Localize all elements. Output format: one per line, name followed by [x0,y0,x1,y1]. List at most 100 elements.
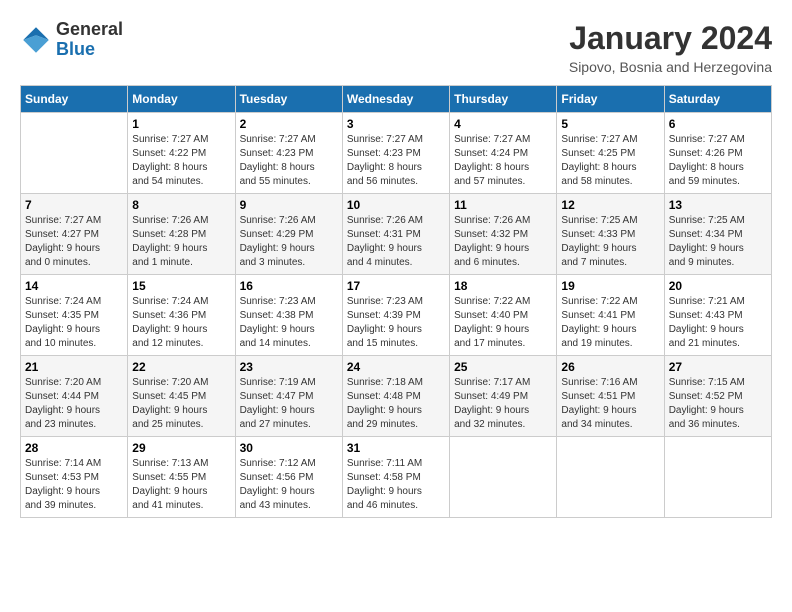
day-number: 4 [454,117,552,131]
calendar-cell: 12 Sunrise: 7:25 AM Sunset: 4:33 PM Dayli… [557,194,664,275]
day-number: 10 [347,198,445,212]
day-number: 19 [561,279,659,293]
day-number: 3 [347,117,445,131]
day-number: 23 [240,360,338,374]
calendar-cell: 16 Sunrise: 7:23 AM Sunset: 4:38 PM Dayli… [235,275,342,356]
day-number: 12 [561,198,659,212]
day-number: 15 [132,279,230,293]
calendar-cell: 17Sunrise: 7:23 AM Sunset: 4:39 PM Dayli… [342,275,449,356]
calendar-cell: 3 Sunrise: 7:27 AM Sunset: 4:23 PM Daylig… [342,113,449,194]
day-info: Sunrise: 7:15 AM Sunset: 4:52 PM Dayligh… [669,376,767,432]
calendar-cell: 2Sunrise: 7:27 AM Sunset: 4:23 PM Daylig… [235,113,342,194]
header-row: SundayMondayTuesdayWednesdayThursdayFrid… [21,86,772,113]
day-info: Sunrise: 7:27 AM Sunset: 4:22 PM Dayligh… [132,133,230,189]
calendar-cell: 20 Sunrise: 7:21 AM Sunset: 4:43 PM Dayli… [664,275,771,356]
calendar-cell: 29 Sunrise: 7:13 AM Sunset: 4:55 PM Dayli… [128,437,235,518]
day-number: 16 [240,279,338,293]
title-area: January 2024 Sipovo, Bosnia and Herzegov… [569,20,772,75]
day-info: Sunrise: 7:23 AM Sunset: 4:38 PM Dayligh… [240,295,338,351]
day-info: Sunrise: 7:27 AM Sunset: 4:24 PM Dayligh… [454,133,552,189]
calendar-cell: 9Sunrise: 7:26 AM Sunset: 4:29 PM Daylig… [235,194,342,275]
day-number: 7 [25,198,123,212]
calendar-week-5: 28 Sunrise: 7:14 AM Sunset: 4:53 PM Dayli… [21,437,772,518]
calendar-cell [557,437,664,518]
calendar-cell: 10 Sunrise: 7:26 AM Sunset: 4:31 PM Dayli… [342,194,449,275]
calendar-cell [664,437,771,518]
page-header: General Blue January 2024 Sipovo, Bosnia… [20,20,772,75]
day-info: Sunrise: 7:27 AM Sunset: 4:26 PM Dayligh… [669,133,767,189]
day-info: Sunrise: 7:11 AM Sunset: 4:58 PM Dayligh… [347,457,445,513]
calendar-cell: 14 Sunrise: 7:24 AM Sunset: 4:35 PM Dayli… [21,275,128,356]
day-info: Sunrise: 7:24 AM Sunset: 4:35 PM Dayligh… [25,295,123,351]
day-number: 27 [669,360,767,374]
calendar-cell: 1 Sunrise: 7:27 AM Sunset: 4:22 PM Daylig… [128,113,235,194]
day-info: Sunrise: 7:21 AM Sunset: 4:43 PM Dayligh… [669,295,767,351]
day-info: Sunrise: 7:16 AM Sunset: 4:51 PM Dayligh… [561,376,659,432]
calendar-body: 1 Sunrise: 7:27 AM Sunset: 4:22 PM Daylig… [21,113,772,518]
day-info: Sunrise: 7:22 AM Sunset: 4:40 PM Dayligh… [454,295,552,351]
day-number: 28 [25,441,123,455]
calendar-cell [450,437,557,518]
calendar-cell: 23Sunrise: 7:19 AM Sunset: 4:47 PM Dayli… [235,356,342,437]
day-number: 6 [669,117,767,131]
day-info: Sunrise: 7:20 AM Sunset: 4:45 PM Dayligh… [132,376,230,432]
calendar-cell: 4 Sunrise: 7:27 AM Sunset: 4:24 PM Daylig… [450,113,557,194]
day-number: 8 [132,198,230,212]
calendar-table: SundayMondayTuesdayWednesdayThursdayFrid… [20,85,772,518]
calendar-cell: 26 Sunrise: 7:16 AM Sunset: 4:51 PM Dayli… [557,356,664,437]
day-info: Sunrise: 7:26 AM Sunset: 4:29 PM Dayligh… [240,214,338,270]
day-info: Sunrise: 7:26 AM Sunset: 4:28 PM Dayligh… [132,214,230,270]
day-info: Sunrise: 7:22 AM Sunset: 4:41 PM Dayligh… [561,295,659,351]
logo: General Blue [20,20,123,60]
day-number: 14 [25,279,123,293]
calendar-cell: 13 Sunrise: 7:25 AM Sunset: 4:34 PM Dayli… [664,194,771,275]
calendar-week-1: 1 Sunrise: 7:27 AM Sunset: 4:22 PM Daylig… [21,113,772,194]
day-info: Sunrise: 7:27 AM Sunset: 4:25 PM Dayligh… [561,133,659,189]
day-info: Sunrise: 7:14 AM Sunset: 4:53 PM Dayligh… [25,457,123,513]
day-info: Sunrise: 7:17 AM Sunset: 4:49 PM Dayligh… [454,376,552,432]
day-number: 26 [561,360,659,374]
day-number: 20 [669,279,767,293]
logo-icon [20,24,52,56]
calendar-cell: 7 Sunrise: 7:27 AM Sunset: 4:27 PM Daylig… [21,194,128,275]
day-info: Sunrise: 7:27 AM Sunset: 4:23 PM Dayligh… [240,133,338,189]
day-number: 25 [454,360,552,374]
location-subtitle: Sipovo, Bosnia and Herzegovina [569,59,772,75]
day-info: Sunrise: 7:20 AM Sunset: 4:44 PM Dayligh… [25,376,123,432]
day-info: Sunrise: 7:23 AM Sunset: 4:39 PM Dayligh… [347,295,445,351]
calendar-cell: 5 Sunrise: 7:27 AM Sunset: 4:25 PM Daylig… [557,113,664,194]
header-cell-tuesday: Tuesday [235,86,342,113]
day-info: Sunrise: 7:25 AM Sunset: 4:34 PM Dayligh… [669,214,767,270]
day-info: Sunrise: 7:24 AM Sunset: 4:36 PM Dayligh… [132,295,230,351]
day-number: 1 [132,117,230,131]
calendar-cell: 25 Sunrise: 7:17 AM Sunset: 4:49 PM Dayli… [450,356,557,437]
day-info: Sunrise: 7:13 AM Sunset: 4:55 PM Dayligh… [132,457,230,513]
header-cell-monday: Monday [128,86,235,113]
calendar-cell: 27 Sunrise: 7:15 AM Sunset: 4:52 PM Dayli… [664,356,771,437]
day-info: Sunrise: 7:12 AM Sunset: 4:56 PM Dayligh… [240,457,338,513]
header-cell-friday: Friday [557,86,664,113]
day-info: Sunrise: 7:25 AM Sunset: 4:33 PM Dayligh… [561,214,659,270]
day-info: Sunrise: 7:18 AM Sunset: 4:48 PM Dayligh… [347,376,445,432]
day-info: Sunrise: 7:26 AM Sunset: 4:31 PM Dayligh… [347,214,445,270]
month-year-title: January 2024 [569,20,772,57]
calendar-cell: 22Sunrise: 7:20 AM Sunset: 4:45 PM Dayli… [128,356,235,437]
day-info: Sunrise: 7:26 AM Sunset: 4:32 PM Dayligh… [454,214,552,270]
logo-blue-text: Blue [56,39,95,59]
day-number: 13 [669,198,767,212]
calendar-cell: 11Sunrise: 7:26 AM Sunset: 4:32 PM Dayli… [450,194,557,275]
calendar-cell: 24 Sunrise: 7:18 AM Sunset: 4:48 PM Dayli… [342,356,449,437]
day-number: 5 [561,117,659,131]
day-number: 29 [132,441,230,455]
day-number: 30 [240,441,338,455]
logo-general-text: General [56,19,123,39]
calendar-cell: 15 Sunrise: 7:24 AM Sunset: 4:36 PM Dayli… [128,275,235,356]
day-info: Sunrise: 7:27 AM Sunset: 4:23 PM Dayligh… [347,133,445,189]
calendar-cell [21,113,128,194]
day-number: 24 [347,360,445,374]
calendar-cell: 6 Sunrise: 7:27 AM Sunset: 4:26 PM Daylig… [664,113,771,194]
day-info: Sunrise: 7:27 AM Sunset: 4:27 PM Dayligh… [25,214,123,270]
calendar-cell: 18 Sunrise: 7:22 AM Sunset: 4:40 PM Dayli… [450,275,557,356]
header-cell-thursday: Thursday [450,86,557,113]
day-number: 18 [454,279,552,293]
